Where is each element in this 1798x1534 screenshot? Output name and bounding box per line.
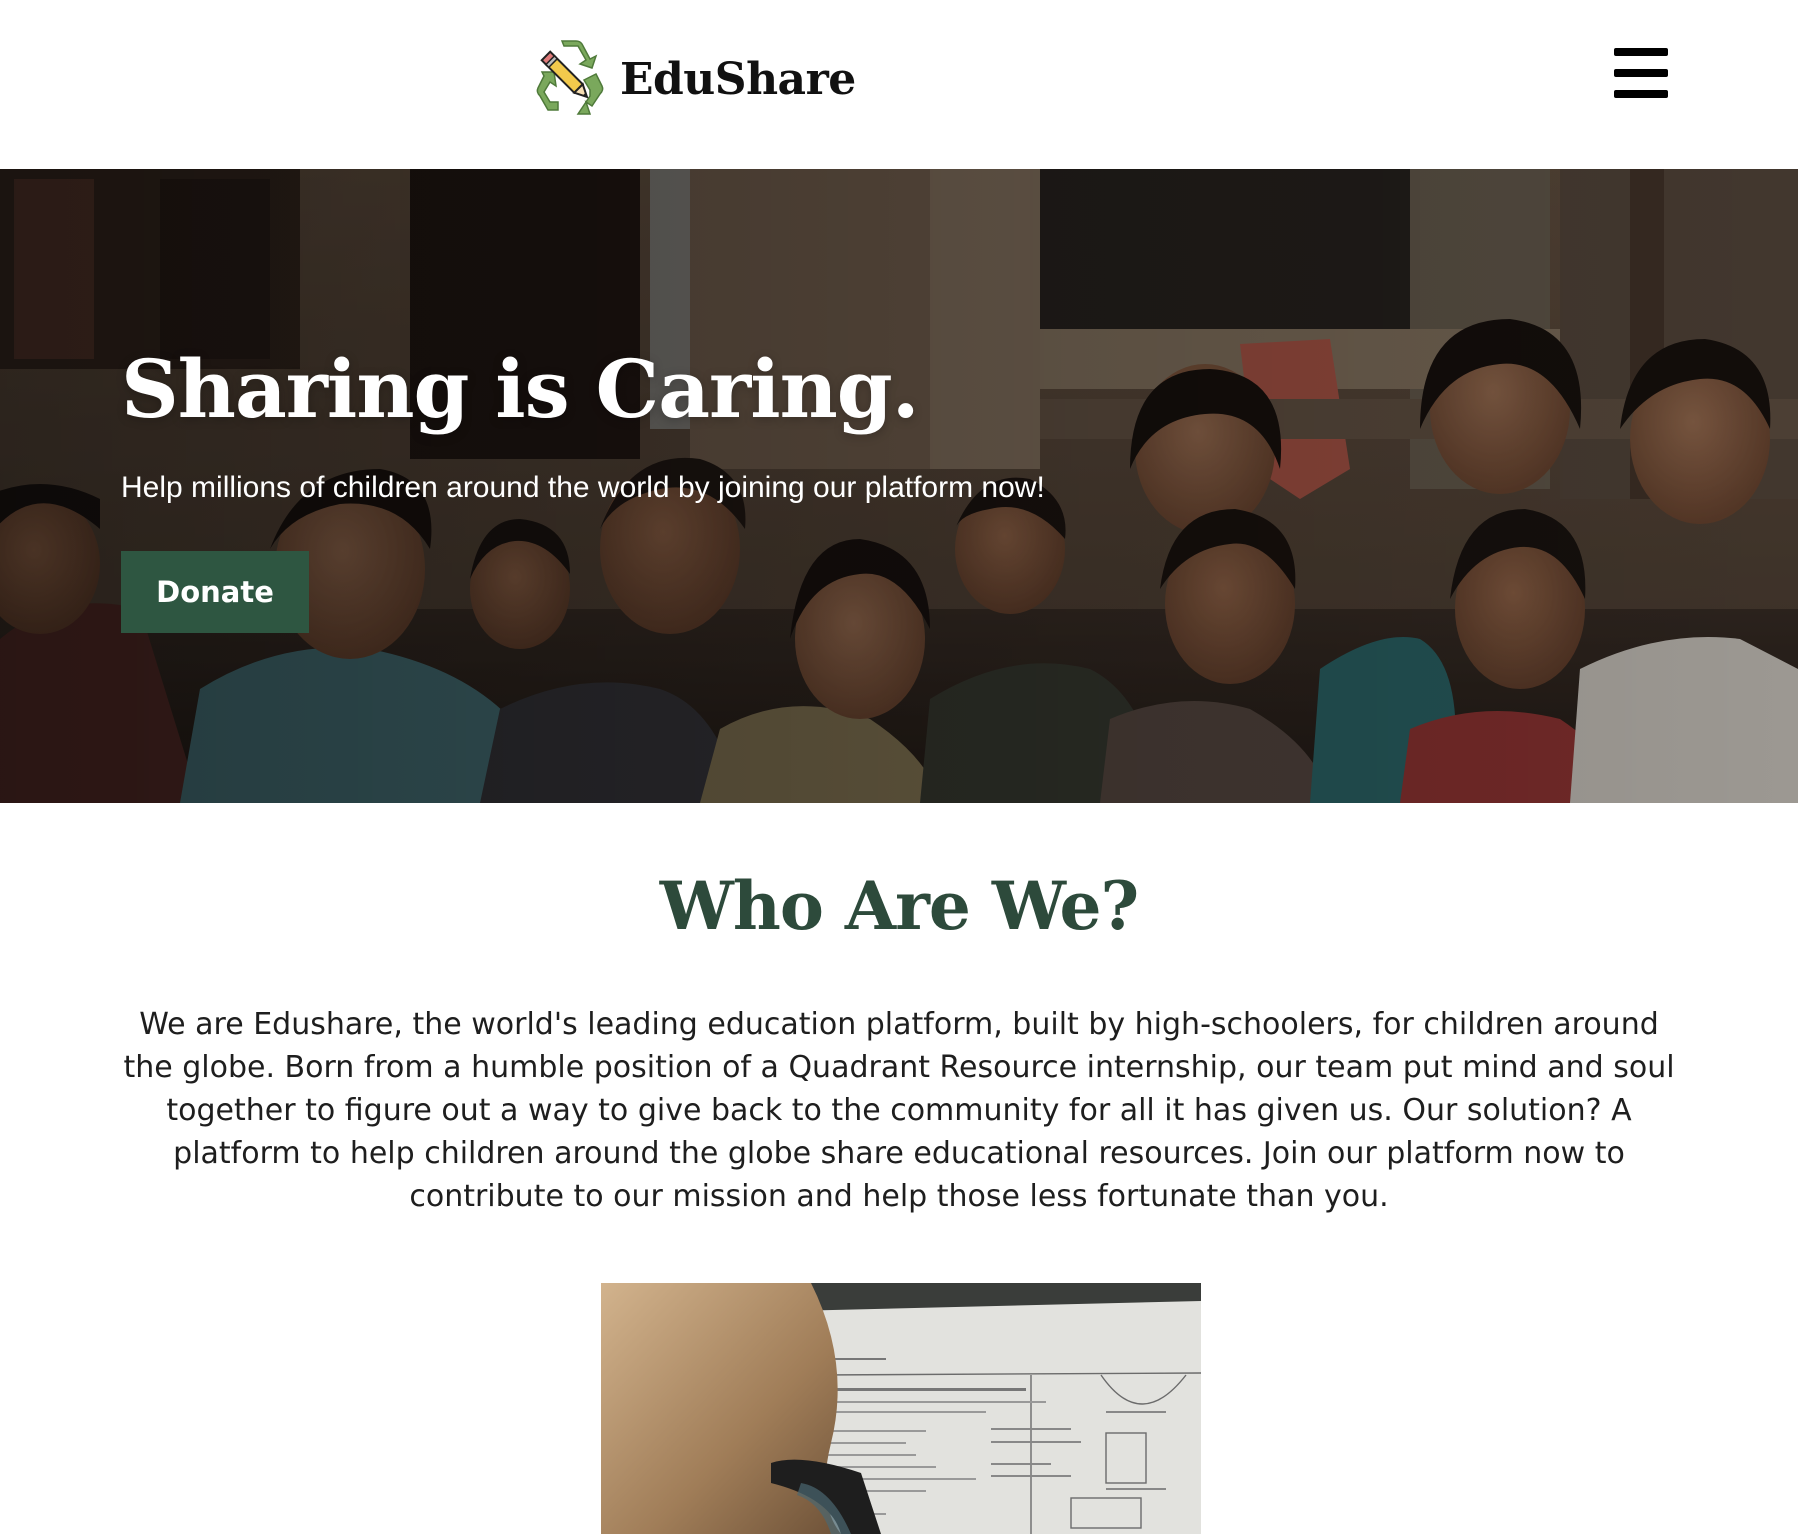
- hero-title: Sharing is Caring.: [121, 342, 920, 436]
- hero-subtitle: Help millions of children around the wor…: [121, 471, 1045, 504]
- brand-name: EduShare: [620, 53, 856, 105]
- about-photo: [601, 1283, 1201, 1534]
- hero-section: Sharing is Caring. Help millions of chil…: [0, 169, 1798, 803]
- menu-bar-bottom: [1614, 90, 1668, 98]
- menu-bar-middle: [1614, 69, 1668, 77]
- hamburger-menu-icon[interactable]: [1614, 48, 1668, 98]
- about-paragraph: We are Edushare, the world's leading edu…: [123, 1007, 1675, 1214]
- menu-bar-top: [1614, 48, 1668, 56]
- recycle-pencil-icon: [536, 40, 604, 115]
- about-heading: Who Are We?: [659, 867, 1139, 945]
- brand-logo-link[interactable]: EduShare: [534, 40, 856, 118]
- donate-button[interactable]: Donate: [121, 551, 309, 633]
- site-header: EduShare: [0, 0, 1798, 169]
